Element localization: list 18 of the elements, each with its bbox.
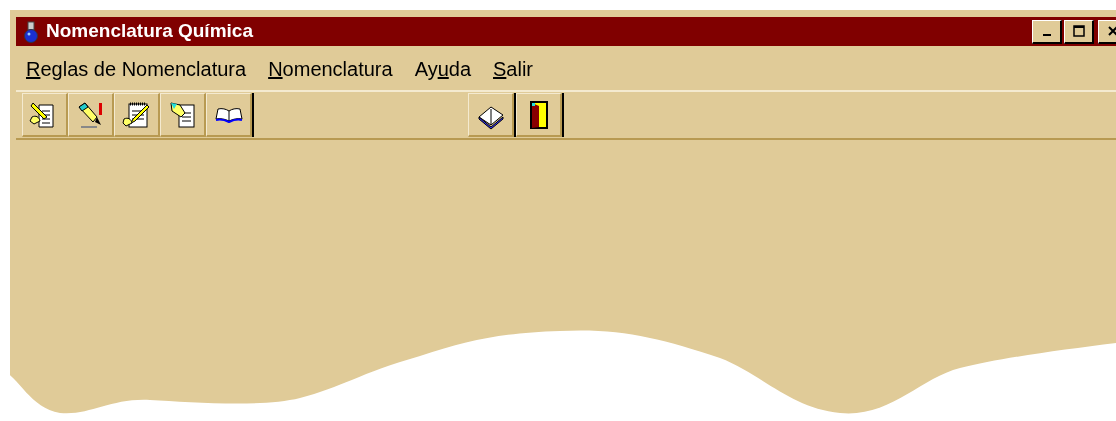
minimize-button[interactable]: [1032, 19, 1062, 44]
close-icon: [1106, 25, 1116, 37]
window-title: Nomenclatura Química: [46, 19, 253, 44]
minimize-icon: [1042, 34, 1051, 36]
menu-item[interactable]: Nomenclatura: [268, 54, 393, 84]
maximize-button[interactable]: [1064, 19, 1094, 44]
toolbar-button[interactable]: [114, 93, 160, 137]
flask-icon: [22, 20, 40, 43]
open-book-icon: [214, 106, 243, 123]
menu-item[interactable]: Salir: [493, 54, 534, 84]
toolbar-button[interactable]: [206, 93, 252, 137]
toolbar-button[interactable]: [22, 93, 68, 137]
maximize-icon: [1072, 25, 1085, 37]
menu-item[interactable]: Reglas de Nomenclatura: [26, 54, 247, 84]
toolbar-button[interactable]: [68, 93, 114, 137]
toolbar-button[interactable]: [516, 93, 562, 137]
toolbar-button[interactable]: [468, 93, 514, 137]
menu-item[interactable]: Ayuda: [414, 54, 471, 84]
